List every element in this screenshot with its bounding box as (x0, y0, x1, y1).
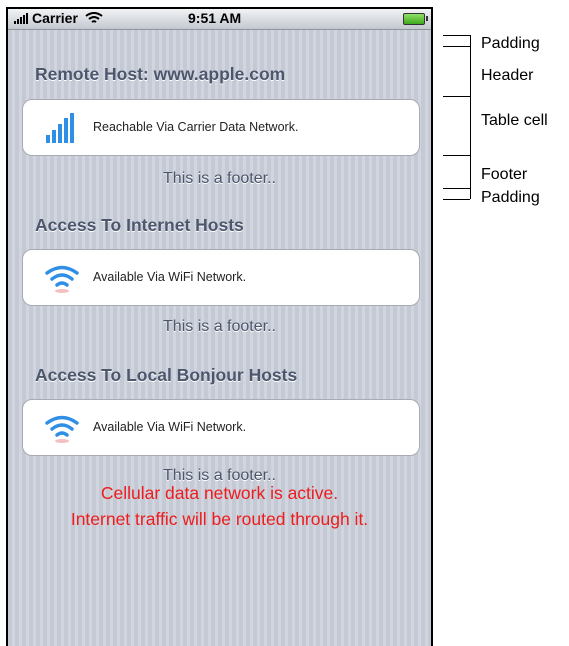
status-bar: Carrier 9:51 AM (8, 9, 431, 30)
section-footer-remote-host: This is a footer.. (163, 170, 276, 187)
table-cell-remote-host[interactable]: Reachable Via Carrier Data Network. (22, 99, 420, 156)
section-header-remote-host: Remote Host: www.apple.com (35, 64, 286, 84)
annotation-header: Header (481, 67, 534, 84)
cell-status-label: Available Via WiFi Network. (93, 270, 247, 284)
table-cell-internet-hosts[interactable]: Available Via WiFi Network. (22, 249, 420, 306)
carrier-info: Carrier (14, 10, 104, 26)
section-header-internet-hosts: Access To Internet Hosts (35, 215, 244, 235)
iphone-screen: Carrier 9:51 AM Remote Host: www.apple.c… (6, 7, 433, 646)
cellular-alert-line1: Cellular data network is active. (100, 483, 339, 503)
signal-bars-icon (14, 12, 28, 24)
annotation-padding-bottom: Padding (481, 189, 540, 206)
table-cell-bonjour-hosts[interactable]: Available Via WiFi Network. (22, 399, 420, 456)
cellular-alert-line2: Internet traffic will be routed through … (70, 509, 369, 529)
cell-status-label: Reachable Via Carrier Data Network. (93, 120, 299, 134)
cellular-bars-icon (46, 113, 74, 143)
wifi-status-icon (85, 12, 103, 23)
cell-status-label: Available Via WiFi Network. (93, 420, 247, 434)
annotation-footer: Footer (481, 166, 528, 183)
annotation-padding-top: Padding (481, 35, 540, 52)
status-time: 9:51 AM (188, 10, 242, 26)
section-footer-internet-hosts: This is a footer.. (163, 318, 276, 335)
carrier-label: Carrier (32, 10, 78, 26)
annotation-table-cell: Table cell (481, 112, 548, 129)
section-header-bonjour-hosts: Access To Local Bonjour Hosts (35, 365, 298, 385)
wifi-icon (45, 415, 79, 443)
wifi-icon (45, 265, 79, 293)
battery-icon (403, 13, 428, 25)
